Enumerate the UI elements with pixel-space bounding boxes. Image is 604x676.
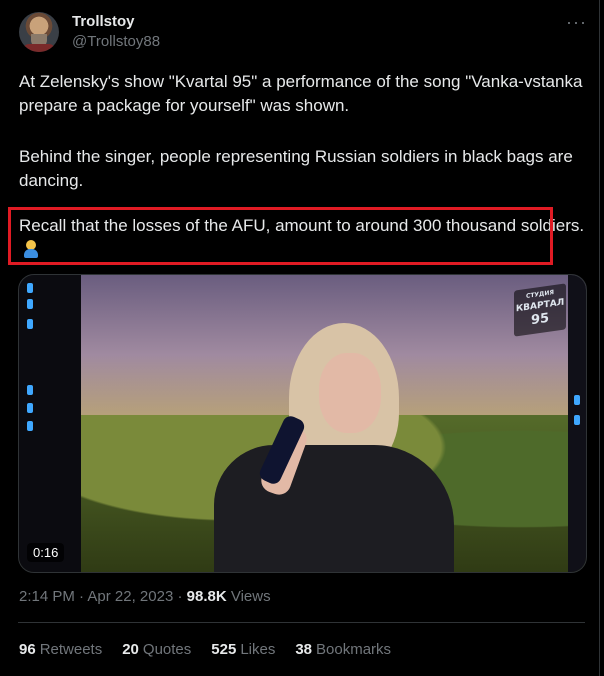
tweet-time[interactable]: 2:14 PM <box>19 588 75 605</box>
avatar[interactable] <box>19 12 59 52</box>
stage-light <box>27 319 33 329</box>
video-player[interactable]: СТУДИЯ КВАРТАЛ 95 0:16 <box>18 274 587 573</box>
stage-light <box>27 421 33 431</box>
stat-label: Quotes <box>142 641 192 658</box>
stat-count: 96 <box>19 641 36 658</box>
tweet-meta: 2:14 PM · Apr 22, 2023 · 98.8K Views <box>19 588 271 605</box>
stat-bookmarks[interactable]: 38 Bookmarks <box>295 641 391 658</box>
video-duration-badge: 0:16 <box>27 543 65 562</box>
tweet-text-paragraph-2: Behind the singer, people representing R… <box>19 147 573 190</box>
more-dots-icon[interactable]: ··· <box>566 12 587 33</box>
stat-label: Bookmarks <box>316 641 392 658</box>
meta-separator: · <box>79 588 85 605</box>
author-handle[interactable]: @Trollstoy88 <box>72 33 160 50</box>
avatar-collar <box>23 44 55 52</box>
stage-light <box>574 395 580 405</box>
singer-face <box>319 353 381 433</box>
tweet-stats: 96 Retweets 20 Quotes 525 Likes 38 Bookmarks <box>19 641 391 658</box>
tweet: Trollstoy @Trollstoy88 ··· At Zelensky's… <box>0 0 600 676</box>
stage-light <box>27 283 33 293</box>
stat-likes[interactable]: 525 Likes <box>211 641 275 658</box>
stat-count: 20 <box>122 641 139 658</box>
divider <box>18 622 585 623</box>
stat-retweets[interactable]: 96 Retweets <box>19 641 102 658</box>
red-highlight-box <box>8 207 553 265</box>
author-name[interactable]: Trollstoy <box>72 13 135 30</box>
video-stage-right <box>568 275 586 572</box>
video-stage-left <box>19 275 81 572</box>
stage-light <box>574 415 580 425</box>
stage-light <box>27 299 33 309</box>
stat-label: Retweets <box>39 641 103 658</box>
singer-body <box>214 445 454 572</box>
tweet-date[interactable]: Apr 22, 2023 <box>87 588 173 605</box>
kvartal-95-logo: СТУДИЯ КВАРТАЛ 95 <box>514 283 566 337</box>
stat-quotes[interactable]: 20 Quotes <box>122 641 191 658</box>
views-label: Views <box>230 588 271 605</box>
stage-light <box>27 403 33 413</box>
stat-label: Likes <box>240 641 276 658</box>
tweet-text-paragraph-1: At Zelensky's show "Kvartal 95" a perfor… <box>19 72 583 115</box>
meta-separator: · <box>177 588 183 605</box>
stage-light <box>27 385 33 395</box>
stat-count: 525 <box>211 641 237 658</box>
stat-count: 38 <box>295 641 313 658</box>
views-count: 98.8K <box>186 588 227 605</box>
